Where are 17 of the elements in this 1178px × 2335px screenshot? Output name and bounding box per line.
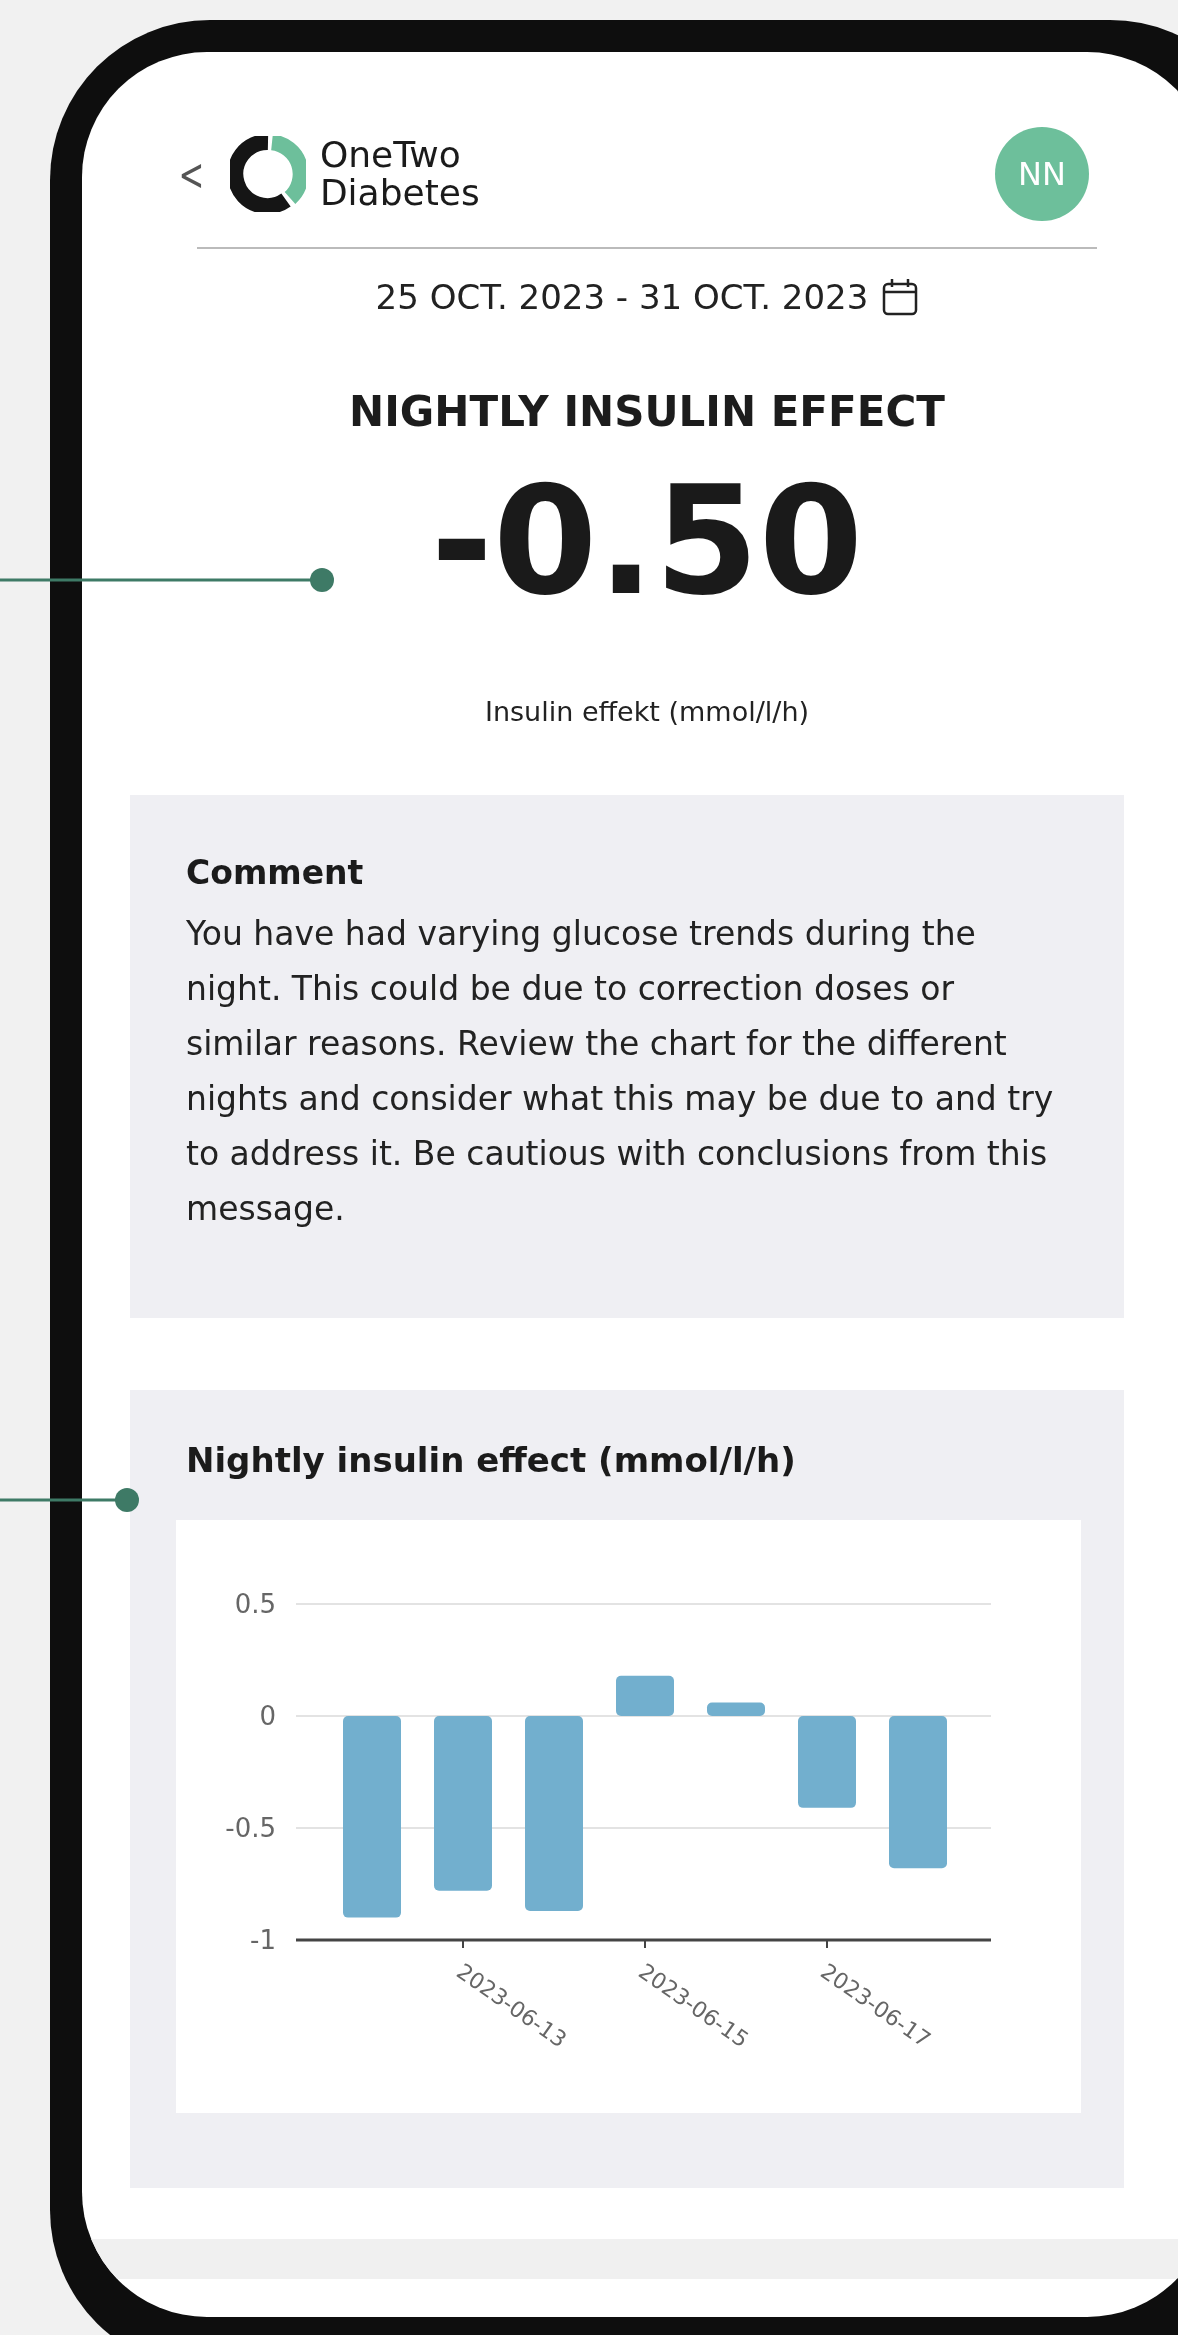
insulin-effect-value: -0.50 [430,456,864,626]
date-range[interactable]: 25 OCT. 2023 - 31 OCT. 2023 [375,277,869,317]
page-title: NIGHTLY INSULIN EFFECT [349,387,945,436]
unit-label: Insulin effekt (mmol/l/h) [484,696,810,727]
bar [707,1702,765,1716]
chart-title: Nightly insulin effect (mmol/l/h) [186,1440,797,1480]
y-tick-label: -1 [250,1925,276,1955]
y-tick-label: 0.5 [234,1589,276,1619]
back-button[interactable]: < [174,148,209,200]
y-tick-label: -0.5 [225,1813,276,1843]
calendar-icon[interactable] [882,278,919,316]
y-tick-label: 0 [259,1701,276,1731]
comment-text: You have had varying glucose trends during the night. This could be due to correction doses or similar reasons. Review the chart for the different nights and consider what this may be due to and try to address it. Be cautious with conclusions from this message. [186,913,1055,1230]
comment-title: Comment [186,853,365,892]
logo-icon [229,136,306,212]
bar [616,1675,674,1716]
brand-name: OneTwo Diabetes [319,136,480,212]
